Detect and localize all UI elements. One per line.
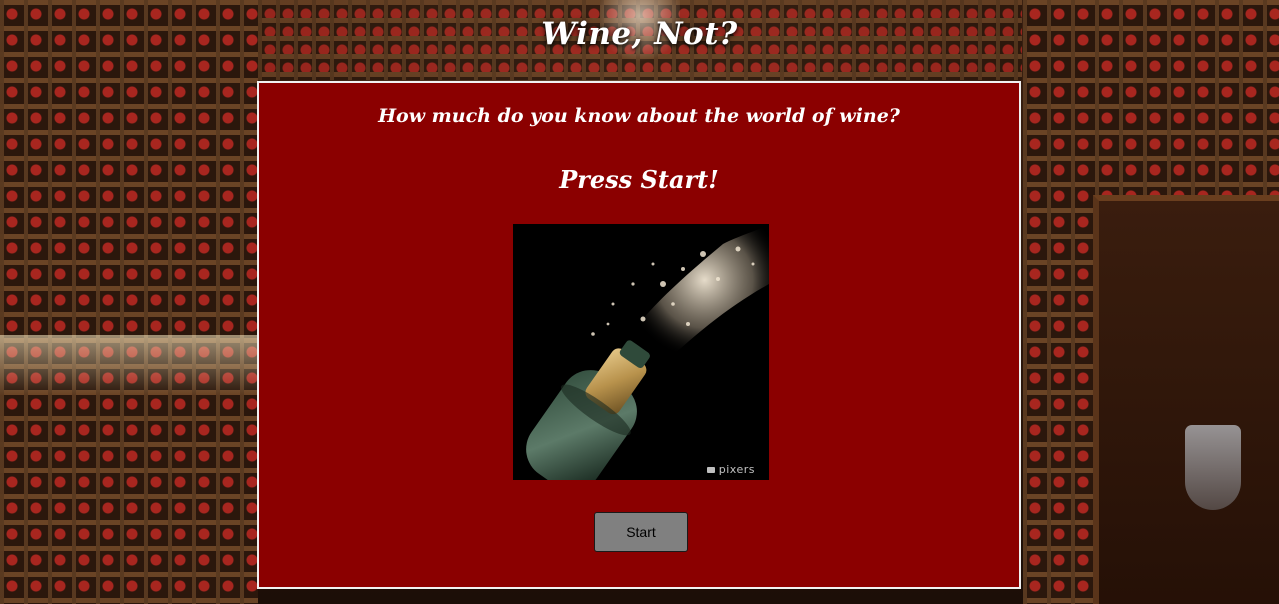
left-wall-rack	[0, 0, 258, 604]
watermark-text: pixers	[718, 463, 755, 476]
watermark: pixers	[706, 463, 755, 476]
quiz-panel: How much do you know about the world of …	[257, 81, 1021, 589]
champagne-image: pixers	[513, 224, 769, 480]
champagne-bottle-illustration	[513, 224, 769, 480]
cabinet	[1093, 195, 1279, 604]
site-title: Wine, Not?	[541, 16, 738, 52]
shelf-light	[0, 335, 258, 395]
camera-icon	[706, 467, 715, 473]
quiz-question: How much do you know about the world of …	[378, 105, 900, 127]
start-button[interactable]: Start	[594, 512, 688, 552]
start-prompt: Press Start!	[559, 165, 719, 194]
decanter	[1185, 425, 1241, 510]
